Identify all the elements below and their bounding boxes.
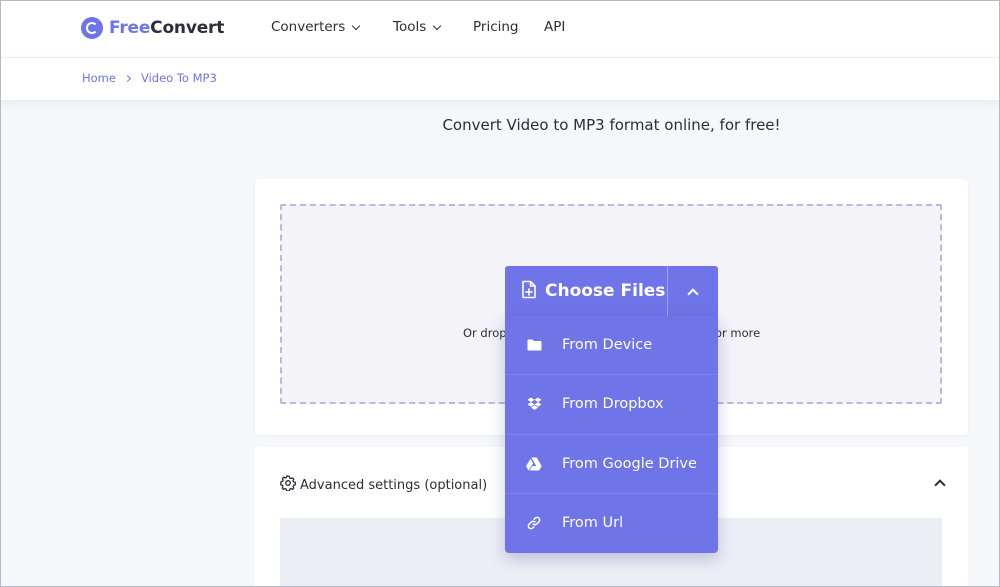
advanced-settings-title: Advanced settings (optional): [300, 477, 488, 493]
chevron-down-icon: [352, 21, 361, 30]
logo-icon: [81, 17, 103, 39]
choose-files-menu: From Device From Dropbox From Google Dri…: [505, 316, 718, 553]
breadcrumb: Home Video To MP3: [82, 71, 217, 85]
folder-icon: [526, 337, 542, 353]
menu-item-from-google-drive[interactable]: From Google Drive: [505, 435, 718, 494]
chevron-right-icon: [123, 74, 132, 82]
chevron-up-icon[interactable]: [934, 479, 946, 491]
menu-item-label: From Url: [562, 515, 624, 532]
nav-api[interactable]: API: [544, 19, 565, 35]
freeconvert-logo[interactable]: FreeConvert: [81, 16, 224, 40]
breadcrumb-home[interactable]: Home: [82, 71, 116, 85]
choose-files-label: Choose Files: [545, 281, 666, 301]
menu-item-label: From Dropbox: [562, 396, 664, 413]
nav-converters-label: Converters: [271, 19, 346, 35]
menu-item-from-url[interactable]: From Url: [505, 494, 718, 553]
site-header: FreeConvert Converters Tools Pricing API: [0, 0, 1000, 58]
link-icon: [526, 515, 542, 531]
menu-item-label: From Device: [562, 337, 653, 354]
advanced-settings-header[interactable]: Advanced settings (optional): [280, 475, 487, 495]
file-add-icon: [521, 280, 537, 303]
nav-converters[interactable]: Converters: [271, 19, 361, 35]
chevron-down-icon: [433, 21, 442, 30]
nav-tools[interactable]: Tools: [393, 19, 442, 35]
chevron-up-icon: [687, 287, 699, 300]
menu-item-label: From Google Drive: [562, 455, 697, 472]
breadcrumb-current[interactable]: Video To MP3: [141, 71, 217, 85]
menu-item-from-device[interactable]: From Device: [505, 316, 718, 376]
nav-api-label: API: [544, 19, 566, 35]
choose-files-dropdown-toggle[interactable]: [667, 266, 718, 316]
drop-hint-left: Or drop: [463, 326, 507, 340]
choose-files-button[interactable]: Choose Files: [505, 266, 667, 316]
nav-pricing-label: Pricing: [473, 19, 519, 35]
google-drive-icon: [526, 456, 542, 472]
nav-tools-label: Tools: [393, 19, 427, 35]
page-subtitle: Convert Video to MP3 format online, for …: [442, 116, 781, 134]
dropbox-icon: [526, 396, 542, 412]
logo-text: FreeConvert: [109, 18, 225, 38]
drop-hint-right: or more: [715, 326, 761, 340]
menu-item-from-dropbox[interactable]: From Dropbox: [505, 375, 718, 435]
nav-pricing[interactable]: Pricing: [473, 19, 519, 35]
choose-files-button-group: Choose Files: [505, 266, 718, 316]
breadcrumb-bar: Home Video To MP3: [0, 58, 1000, 100]
gear-icon: [280, 475, 297, 495]
